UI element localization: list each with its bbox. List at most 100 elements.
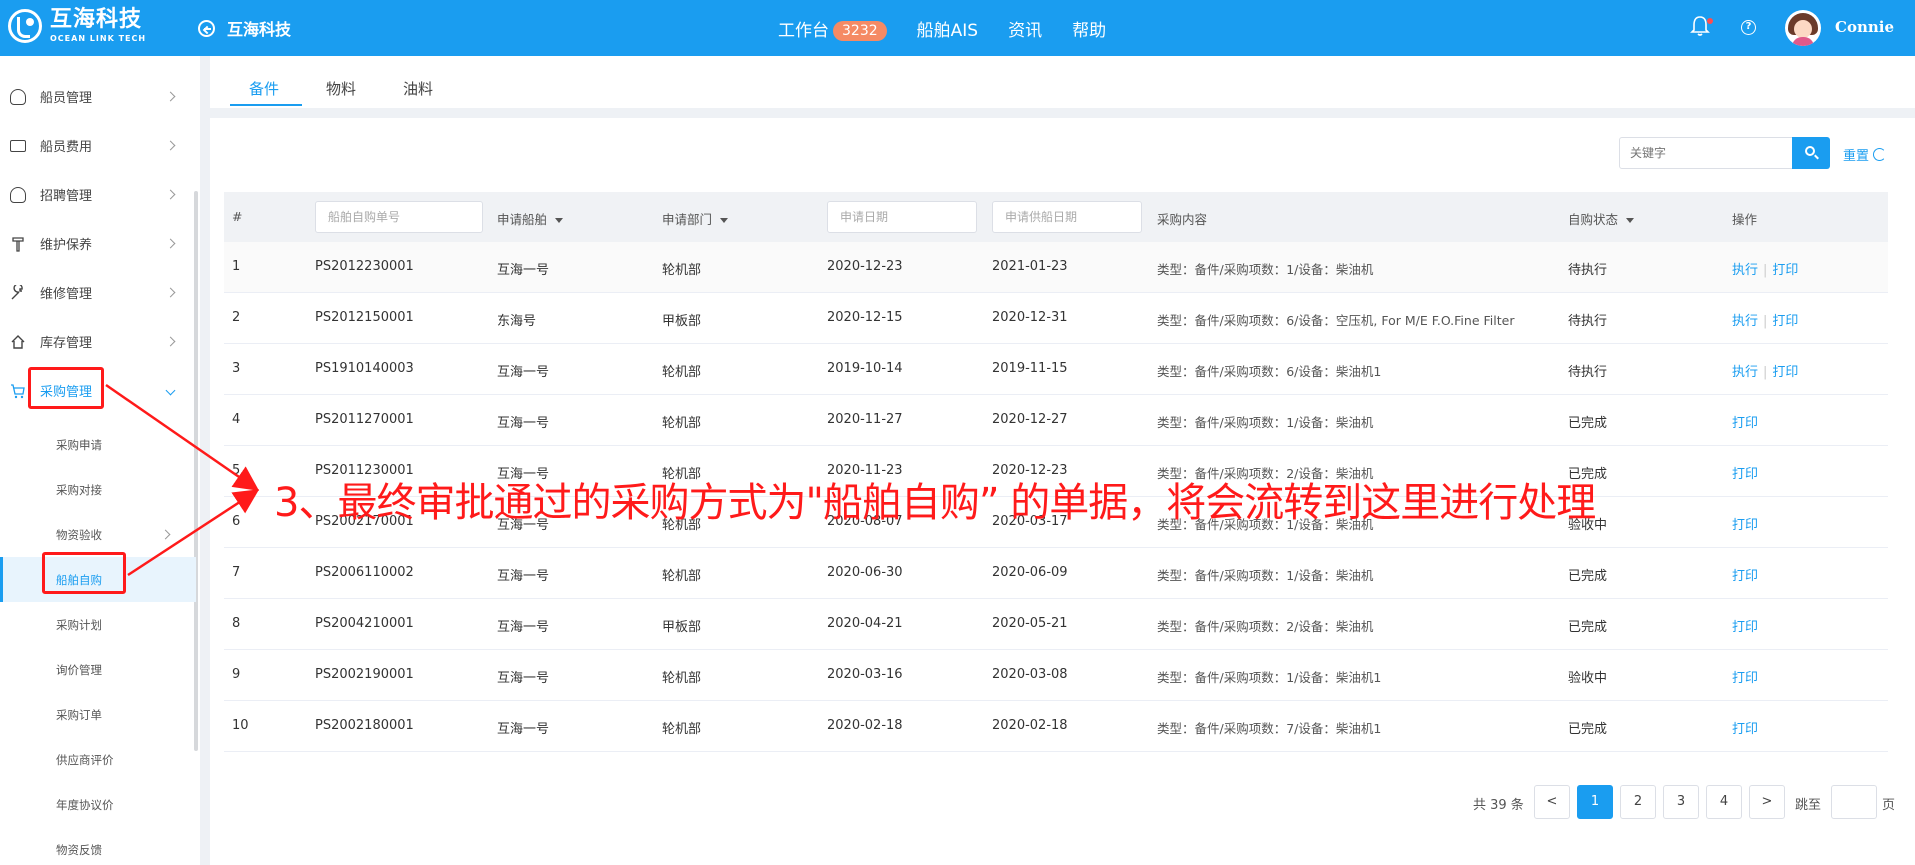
cell-idx: 5 — [232, 463, 241, 478]
col-dept-label: 申请部门 — [662, 212, 713, 227]
tab-spare-parts[interactable]: 备件 — [249, 78, 279, 99]
top-bar: 互海科技 OCEAN LINK TECH 互海科技 工作台 3232 船舶AIS … — [0, 0, 1915, 56]
cell-status: 待执行 — [1568, 314, 1608, 329]
sidebar-subitem-purchase-request[interactable]: 采购申请 — [0, 422, 196, 467]
action-separator: | — [1763, 314, 1768, 329]
next-page-button[interactable]: > — [1749, 785, 1785, 819]
cell-actions: 打印 — [1732, 616, 1758, 635]
sidebar-item-inventory[interactable]: 库存管理 — [0, 317, 190, 366]
prev-page-button[interactable]: < — [1534, 785, 1570, 819]
nav-ais[interactable]: 船舶AIS — [917, 16, 978, 41]
keyword-search-field[interactable] — [1619, 137, 1793, 169]
subitem-label: 物资反馈 — [56, 842, 102, 857]
sidebar-item-crew[interactable]: 船员管理 — [0, 72, 190, 121]
print-link[interactable]: 打印 — [1732, 671, 1758, 686]
username[interactable]: Connie — [1835, 18, 1894, 36]
print-link[interactable]: 打印 — [1772, 263, 1798, 278]
cell-dept: 甲板部 — [662, 620, 702, 635]
execute-link[interactable]: 执行 — [1732, 263, 1758, 278]
sidebar-subitem-annual-price[interactable]: 年度协议价 — [0, 782, 196, 827]
order-number-filter[interactable]: 船舶自购单号 — [315, 201, 483, 233]
sidebar-subitem-inquiry[interactable]: 询价管理 — [0, 647, 196, 692]
sidebar-subitem-supplier-rating[interactable]: 供应商评价 — [0, 737, 196, 782]
tab-materials[interactable]: 物料 — [326, 78, 356, 99]
sidebar-subitem-feedback[interactable]: 物资反馈 — [0, 827, 196, 865]
execute-link[interactable]: 执行 — [1732, 365, 1758, 380]
print-link[interactable]: 打印 — [1772, 365, 1798, 380]
tab-oil[interactable]: 油料 — [403, 78, 433, 99]
cell-no: PS2012150001 — [315, 310, 414, 325]
cell-supply: 2020-03-08 — [992, 667, 1068, 682]
nav-news[interactable]: 资讯 — [1008, 16, 1042, 41]
chevron-right-icon — [165, 189, 176, 200]
cell-idx: 2 — [232, 310, 241, 325]
page-button-1[interactable]: 1 — [1577, 785, 1613, 819]
reset-label: 重置 — [1843, 149, 1870, 164]
col-ship-filter[interactable]: 申请船舶 — [497, 209, 564, 228]
sidebar-item-recruit[interactable]: 招聘管理 — [0, 170, 190, 219]
cell-apply: 2020-12-15 — [827, 310, 903, 325]
print-link[interactable]: 打印 — [1732, 620, 1758, 635]
cell-apply: 2019-10-14 — [827, 361, 903, 376]
cell-actions: 打印 — [1732, 667, 1758, 686]
jump-page-input[interactable] — [1831, 785, 1877, 819]
action-separator: | — [1763, 263, 1768, 278]
sidebar: 船员管理 船员费用 招聘管理 维护保养 维修管理 库存管理 采购管理 采购申请 … — [0, 56, 200, 865]
table-row[interactable]: 8 PS2004210001 互海一号 甲板部 2020-04-21 2020-05-21… — [224, 599, 1888, 650]
pagination-total: 共 39 条 — [1473, 798, 1524, 813]
nav-help[interactable]: 帮助 — [1072, 16, 1106, 41]
search-input[interactable] — [1620, 138, 1792, 168]
cell-status: 已完成 — [1568, 722, 1608, 737]
back-button[interactable]: 互海科技 — [198, 16, 291, 40]
sidebar-item-repair[interactable]: 维修管理 — [0, 268, 190, 317]
page-button-4[interactable]: 4 — [1706, 785, 1742, 819]
reset-button[interactable]: 重置 — [1843, 145, 1887, 164]
cell-ship: 东海号 — [497, 314, 537, 329]
table-row[interactable]: 2 PS2012150001 东海号 甲板部 2020-12-15 2020-12-31 类… — [224, 293, 1888, 344]
logo[interactable]: 互海科技 OCEAN LINK TECH — [8, 9, 146, 43]
page-button-3[interactable]: 3 — [1663, 785, 1699, 819]
avatar[interactable] — [1785, 10, 1821, 46]
execute-link[interactable]: 执行 — [1732, 314, 1758, 329]
print-link[interactable]: 打印 — [1732, 467, 1758, 482]
print-link[interactable]: 打印 — [1732, 722, 1758, 737]
nav-workbench[interactable]: 工作台 3232 — [778, 16, 887, 41]
help-icon[interactable]: ? — [1741, 20, 1756, 35]
table-row[interactable]: 3 PS1910140003 互海一号 轮机部 2019-10-14 2019-11-15… — [224, 344, 1888, 395]
table-row[interactable]: 10 PS2002180001 互海一号 轮机部 2020-02-18 2020-02-1… — [224, 701, 1888, 752]
sidebar-subitem-purchase-order[interactable]: 采购订单 — [0, 692, 196, 737]
print-link[interactable]: 打印 — [1732, 569, 1758, 584]
cell-content: 类型：备件/采购项数：1/设备：柴油机 — [1157, 568, 1374, 583]
table-row[interactable]: 4 PS2011270001 互海一号 轮机部 2020-11-27 2020-12-27… — [224, 395, 1888, 446]
table-row[interactable]: 7 PS2006110002 互海一号 轮机部 2020-06-30 2020-06-09… — [224, 548, 1888, 599]
cell-actions: 打印 — [1732, 514, 1758, 533]
print-link[interactable]: 打印 — [1732, 518, 1758, 533]
search-button[interactable] — [1792, 137, 1830, 169]
sidebar-item-crew-cost[interactable]: 船员费用 — [0, 121, 190, 170]
cell-idx: 3 — [232, 361, 241, 376]
apply-date-filter[interactable]: 申请日期 — [827, 201, 977, 233]
supply-date-filter[interactable]: 申请供船日期 — [992, 201, 1142, 233]
col-dept-filter[interactable]: 申请部门 — [662, 209, 729, 228]
sidebar-subitem-acceptance[interactable]: 物资验收 — [0, 512, 196, 557]
print-link[interactable]: 打印 — [1732, 416, 1758, 431]
col-status-filter[interactable]: 自购状态 — [1568, 209, 1635, 228]
cell-supply: 2020-06-09 — [992, 565, 1068, 580]
cell-ship: 互海一号 — [497, 671, 550, 686]
cell-idx: 6 — [232, 514, 241, 529]
table-row[interactable]: 9 PS2002190001 互海一号 轮机部 2020-03-16 2020-03-08… — [224, 650, 1888, 701]
subitem-label: 采购计划 — [56, 617, 102, 632]
sidebar-subitem-purchase-plan[interactable]: 采购计划 — [0, 602, 196, 647]
cell-apply: 2020-11-27 — [827, 412, 903, 427]
cell-actions: 执行 | 打印 — [1732, 259, 1798, 278]
sidebar-item-maintenance[interactable]: 维护保养 — [0, 219, 190, 268]
sidebar-item-label: 船员管理 — [40, 91, 93, 106]
cell-status: 待执行 — [1568, 365, 1608, 380]
cell-idx: 10 — [232, 718, 249, 733]
refresh-icon — [1873, 148, 1887, 161]
page-button-2[interactable]: 2 — [1620, 785, 1656, 819]
sidebar-subitem-purchase-docking[interactable]: 采购对接 — [0, 467, 196, 512]
print-link[interactable]: 打印 — [1772, 314, 1798, 329]
subitem-label: 询价管理 — [56, 662, 102, 677]
table-row[interactable]: 1 PS2012230001 互海一号 轮机部 2020-12-23 2021-01-23… — [224, 242, 1888, 293]
